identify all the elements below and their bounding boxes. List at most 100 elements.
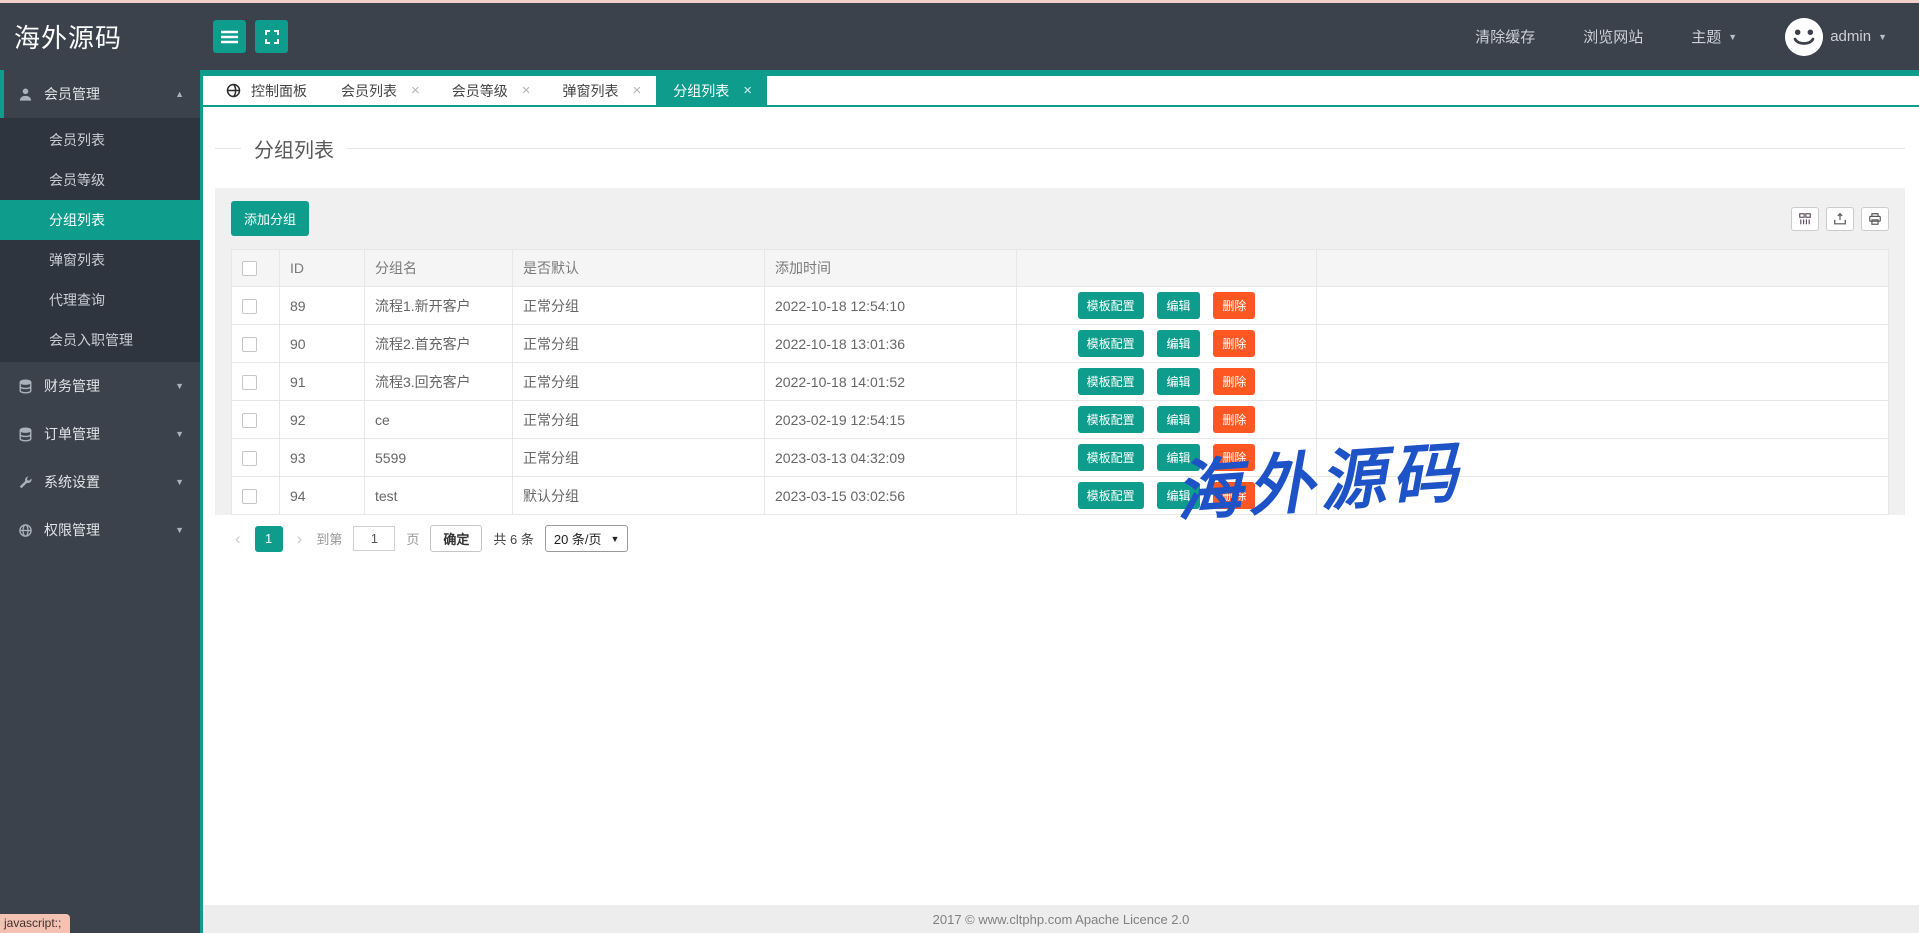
user-icon xyxy=(18,87,33,102)
print-icon xyxy=(1868,212,1882,226)
cell-extra xyxy=(1316,362,1889,401)
columns-toggle-button[interactable] xyxy=(1791,206,1819,231)
edit-button[interactable]: 编辑 xyxy=(1157,330,1200,357)
tab-member-level[interactable]: 会员等级 × xyxy=(435,76,546,105)
row-checkbox[interactable] xyxy=(242,336,257,352)
select-all-checkbox[interactable] xyxy=(242,261,257,277)
cell-extra xyxy=(1316,324,1889,363)
page-number-button[interactable]: 1 xyxy=(254,525,283,552)
fullscreen-button[interactable] xyxy=(255,20,288,53)
page-size-select[interactable]: 20 条/页 ▼ xyxy=(544,525,629,552)
sidebar-item-group-list[interactable]: 分组列表 xyxy=(0,200,200,240)
goto-suffix-label: 页 xyxy=(406,532,420,547)
edit-button[interactable]: 编辑 xyxy=(1157,482,1200,509)
user-menu[interactable]: admin ▼ xyxy=(1785,17,1887,56)
template-config-button[interactable]: 模板配置 xyxy=(1077,406,1144,433)
sidebar: 会员管理 ▲ 会员列表 会员等级 分组列表 弹窗列表 代理查询 会员入职管理 财… xyxy=(0,70,203,933)
print-button[interactable] xyxy=(1861,206,1889,231)
next-page-button[interactable]: › xyxy=(294,530,306,547)
globe-icon xyxy=(18,523,33,538)
edit-button[interactable]: 编辑 xyxy=(1157,368,1200,395)
hamburger-icon xyxy=(221,30,238,44)
edit-button[interactable]: 编辑 xyxy=(1157,406,1200,433)
sidebar-item-member-level[interactable]: 会员等级 xyxy=(0,160,200,200)
template-config-button[interactable]: 模板配置 xyxy=(1077,482,1144,509)
cell-extra xyxy=(1316,286,1889,325)
cell-default: 正常分组 xyxy=(512,400,765,439)
prev-page-button[interactable]: ‹ xyxy=(232,530,244,547)
sidebar-item-order-mgmt[interactable]: 订单管理 ▼ xyxy=(0,410,200,458)
cell-id: 90 xyxy=(279,324,365,363)
delete-button[interactable]: 删除 xyxy=(1213,368,1256,395)
table-row: 93 5599 正常分组 2023-03-13 04:32:09 模板配置 编辑… xyxy=(231,438,1889,477)
database-icon xyxy=(18,427,33,442)
template-config-button[interactable]: 模板配置 xyxy=(1077,444,1144,471)
template-config-button[interactable]: 模板配置 xyxy=(1077,330,1144,357)
chevron-down-icon: ▼ xyxy=(175,381,184,391)
col-header-id: ID xyxy=(279,249,365,287)
add-group-button[interactable]: 添加分组 xyxy=(231,201,310,236)
cell-id: 92 xyxy=(279,400,365,439)
close-icon[interactable]: × xyxy=(522,82,531,99)
edit-button[interactable]: 编辑 xyxy=(1157,444,1200,471)
sidebar-item-member-mgmt[interactable]: 会员管理 ▲ xyxy=(0,70,200,118)
export-button[interactable] xyxy=(1826,206,1854,231)
row-checkbox[interactable] xyxy=(242,450,257,466)
cell-extra xyxy=(1316,438,1889,477)
browse-site-link[interactable]: 浏览网站 xyxy=(1583,26,1643,47)
row-checkbox[interactable] xyxy=(242,488,257,504)
table-header-row: ID 分组名 是否默认 添加时间 xyxy=(231,249,1889,287)
delete-button[interactable]: 删除 xyxy=(1213,444,1256,471)
row-checkbox[interactable] xyxy=(242,298,257,314)
theme-menu[interactable]: 主题 ▼ xyxy=(1691,26,1737,47)
cell-time: 2023-03-13 04:32:09 xyxy=(764,438,1017,477)
cell-time: 2022-10-18 14:01:52 xyxy=(764,362,1017,401)
template-config-button[interactable]: 模板配置 xyxy=(1077,292,1144,319)
fullscreen-icon xyxy=(264,29,280,45)
confirm-button[interactable]: 确定 xyxy=(430,525,483,552)
app-header: 海外源码 清除缓存 浏览网站 主题 ▼ admin ▼ xyxy=(0,3,1919,70)
delete-button[interactable]: 删除 xyxy=(1213,406,1256,433)
template-config-button[interactable]: 模板配置 xyxy=(1077,368,1144,395)
sidebar-item-popup-list[interactable]: 弹窗列表 xyxy=(0,240,200,280)
sidebar-item-permission-mgmt[interactable]: 权限管理 ▼ xyxy=(0,506,200,554)
clear-cache-link[interactable]: 清除缓存 xyxy=(1475,26,1535,47)
tab-popup-list[interactable]: 弹窗列表 × xyxy=(546,76,657,105)
tab-member-list[interactable]: 会员列表 × xyxy=(324,76,435,105)
delete-button[interactable]: 删除 xyxy=(1213,482,1256,509)
close-icon[interactable]: × xyxy=(411,82,420,99)
tab-group-list[interactable]: 分组列表 × xyxy=(656,76,768,105)
page-content: 分组列表 添加分组 ID 分组名 是否默认 添加时间 89 流程1.新开客户 正… xyxy=(203,107,1919,905)
tab-label: 控制面板 xyxy=(251,82,307,99)
columns-icon xyxy=(1798,212,1812,226)
goto-prefix-label: 到第 xyxy=(316,532,343,547)
close-icon[interactable]: × xyxy=(743,82,752,99)
cell-name: 流程2.首充客户 xyxy=(364,324,513,363)
sidebar-item-member-list[interactable]: 会员列表 xyxy=(0,120,200,160)
delete-button[interactable]: 删除 xyxy=(1213,292,1256,319)
row-checkbox[interactable] xyxy=(242,412,257,428)
col-header-name: 分组名 xyxy=(364,249,513,287)
sidebar-submenu: 会员列表 会员等级 分组列表 弹窗列表 代理查询 会员入职管理 xyxy=(0,118,200,362)
table-row: 94 test 默认分组 2023-03-15 03:02:56 模板配置 编辑… xyxy=(231,476,1889,515)
edit-button[interactable]: 编辑 xyxy=(1157,292,1200,319)
cell-id: 91 xyxy=(279,362,365,401)
cell-id: 94 xyxy=(279,476,365,515)
cell-default: 正常分组 xyxy=(512,438,765,477)
goto-page-input[interactable] xyxy=(353,526,396,551)
close-icon[interactable]: × xyxy=(633,82,642,99)
sidebar-item-finance-mgmt[interactable]: 财务管理 ▼ xyxy=(0,362,200,410)
tab-label: 会员等级 xyxy=(451,82,508,99)
sidebar-item-agent-query[interactable]: 代理查询 xyxy=(0,280,200,320)
delete-button[interactable]: 删除 xyxy=(1213,330,1256,357)
group-table: ID 分组名 是否默认 添加时间 89 流程1.新开客户 正常分组 2022-1… xyxy=(231,249,1889,515)
tab-bar: 控制面板 会员列表 × 会员等级 × 弹窗列表 × 分组列表 × xyxy=(203,70,1919,107)
sidebar-item-label: 财务管理 xyxy=(44,378,100,394)
browser-status-tooltip: javascript:; xyxy=(0,914,71,933)
tab-dashboard[interactable]: 控制面板 xyxy=(211,76,324,105)
row-checkbox[interactable] xyxy=(242,374,257,390)
sidebar-item-member-onboarding[interactable]: 会员入职管理 xyxy=(0,320,200,360)
sidebar-toggle-button[interactable] xyxy=(213,20,246,53)
sidebar-item-system-settings[interactable]: 系统设置 ▼ xyxy=(0,458,200,506)
globe-icon xyxy=(226,83,241,98)
